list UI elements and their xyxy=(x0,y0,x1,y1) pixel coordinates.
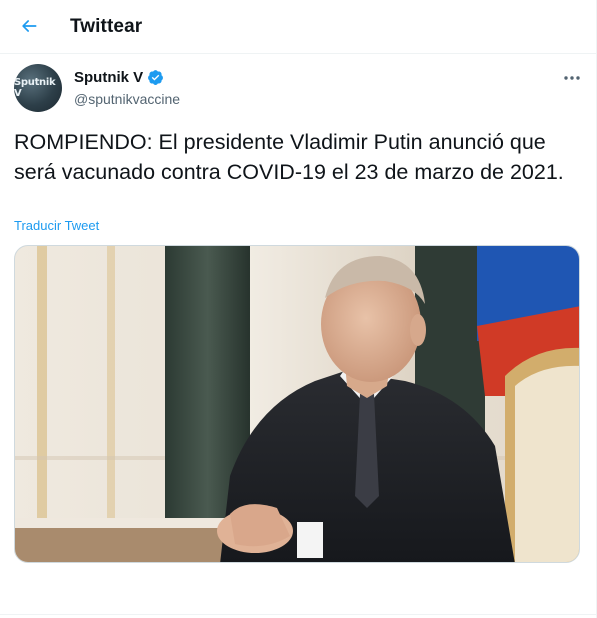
author-handle[interactable]: @sputnikvaccine xyxy=(74,91,180,107)
avatar[interactable]: Sputnik V xyxy=(14,64,62,112)
photo-of-man-at-desk xyxy=(15,246,579,562)
arrow-left-icon xyxy=(22,20,37,32)
tweet-detail-page: Twittear Sputnik V Sputnik V @sputnikvac… xyxy=(0,0,597,618)
author-name-row: Sputnik V xyxy=(74,69,164,86)
tweet-author: Sputnik V Sputnik V @sputnikvaccine xyxy=(14,64,584,114)
more-horizontal-icon xyxy=(564,76,580,80)
more-options-button[interactable] xyxy=(560,68,584,88)
back-button[interactable] xyxy=(12,9,46,43)
header-bar: Twittear xyxy=(0,0,597,54)
page-title: Twittear xyxy=(70,16,143,37)
tweet-text: ROMPIENDO: El presidente Vladimir Putin … xyxy=(14,130,564,184)
verified-badge-icon xyxy=(148,70,164,85)
author-display-name[interactable]: Sputnik V xyxy=(74,69,143,86)
translate-tweet-link[interactable]: Traducir Tweet xyxy=(14,218,99,233)
tweet-photo[interactable] xyxy=(14,245,580,563)
avatar-logo-text: Sputnik V xyxy=(14,77,56,99)
divider xyxy=(0,614,597,615)
